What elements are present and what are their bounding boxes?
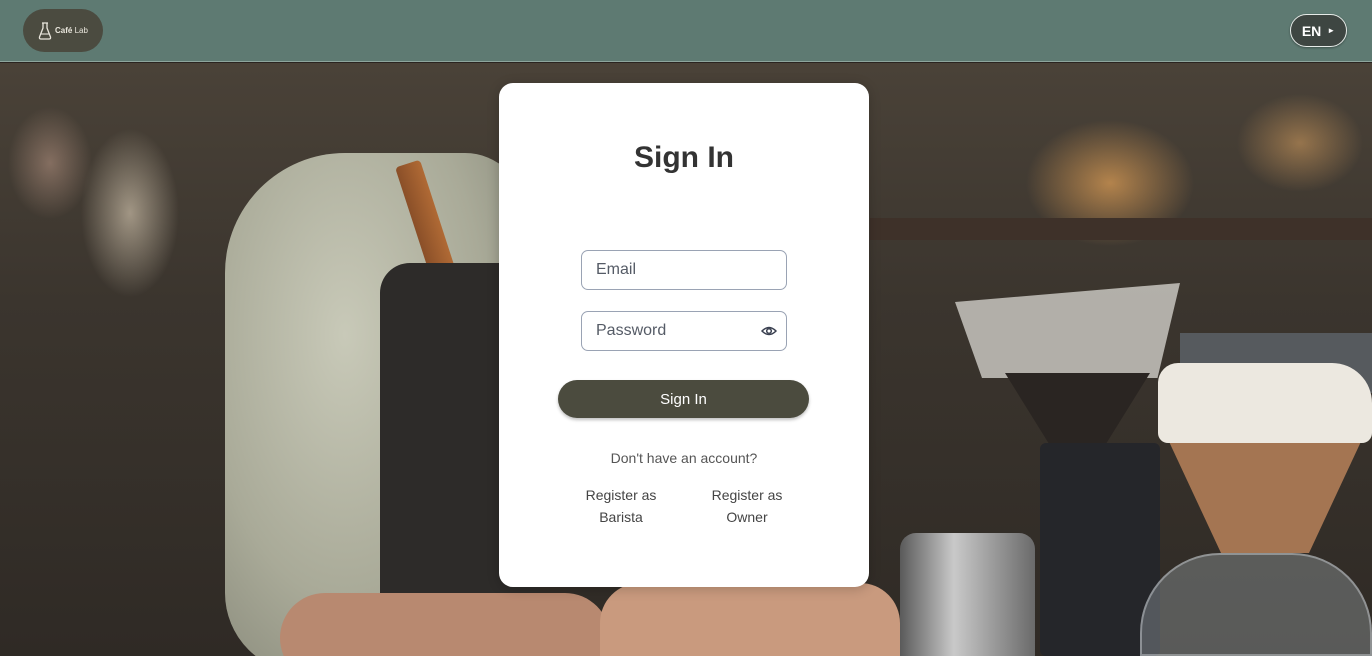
register-barista-line2: Barista bbox=[599, 509, 643, 525]
top-navigation-bar: Café Lab EN ► bbox=[0, 0, 1372, 62]
logo-text: Café Lab bbox=[55, 26, 88, 35]
register-barista-line1: Register as bbox=[585, 487, 657, 503]
paper-filter-left bbox=[955, 283, 1180, 378]
barista-hands bbox=[600, 583, 900, 656]
background-shelf bbox=[870, 218, 1372, 240]
logo-suffix: Lab bbox=[74, 26, 88, 35]
register-as-owner-link[interactable]: Register as Owner bbox=[702, 484, 792, 528]
sign-in-title: Sign In bbox=[634, 141, 734, 174]
glass-carafe bbox=[1140, 553, 1372, 656]
no-account-text: Don't have an account? bbox=[610, 450, 758, 466]
language-selector-button[interactable]: EN ► bbox=[1290, 14, 1347, 47]
paper-filter-right bbox=[1158, 363, 1372, 443]
dripper-left bbox=[1005, 373, 1150, 443]
steel-kettle bbox=[900, 533, 1035, 656]
sign-in-card: Sign In Sign In Don't have an account? R… bbox=[499, 83, 869, 587]
register-as-barista-link[interactable]: Register as Barista bbox=[576, 484, 666, 528]
barista-arm bbox=[280, 593, 610, 656]
language-label: EN bbox=[1301, 22, 1322, 39]
email-input[interactable] bbox=[581, 250, 787, 290]
eye-icon[interactable] bbox=[761, 324, 777, 338]
password-input[interactable] bbox=[581, 311, 787, 351]
cafe-lab-logo[interactable]: Café Lab bbox=[23, 9, 103, 52]
sign-in-button[interactable]: Sign In bbox=[558, 380, 809, 418]
logo-brand: Café bbox=[55, 26, 73, 35]
dripper-right bbox=[1165, 433, 1365, 553]
register-owner-line2: Owner bbox=[726, 509, 768, 525]
coffee-flask-icon bbox=[38, 21, 52, 40]
caret-right-icon: ► bbox=[1327, 26, 1336, 35]
register-owner-line1: Register as bbox=[711, 487, 783, 503]
